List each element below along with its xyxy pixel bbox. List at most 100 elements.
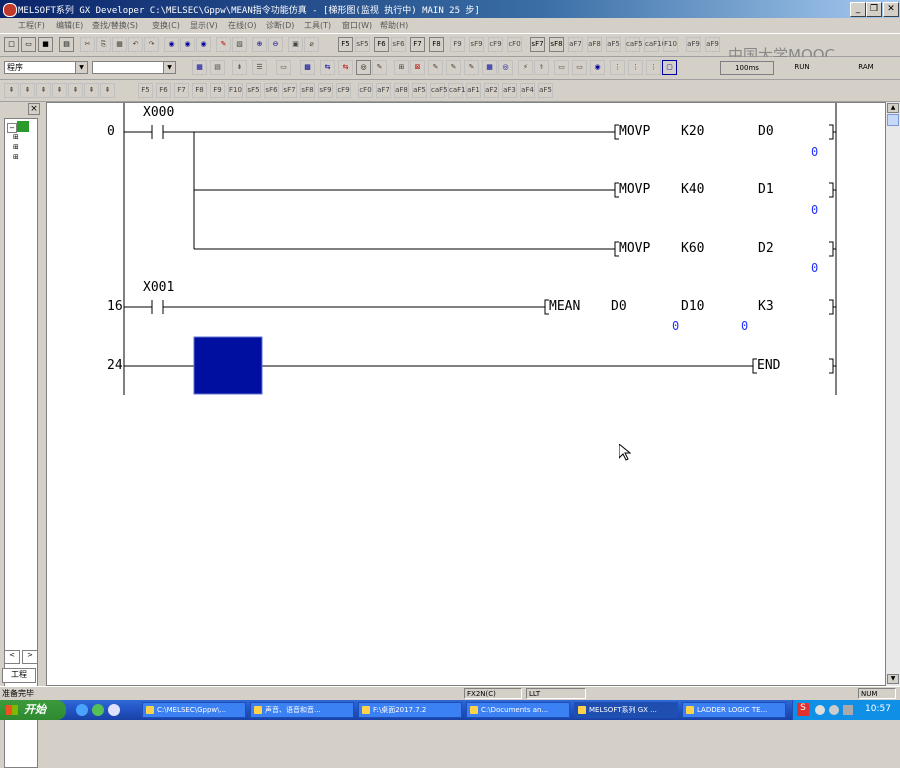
symbol-button[interactable]: ⇞: [4, 83, 19, 98]
tree-node-icon[interactable]: ⊞: [13, 153, 21, 161]
line-input-button[interactable]: aF9: [686, 37, 701, 52]
scroll-down-icon[interactable]: ▼: [887, 674, 899, 684]
new-icon[interactable]: □: [4, 37, 19, 52]
project-data-icon[interactable]: ▦: [192, 60, 207, 75]
monitor-start-icon[interactable]: ⇆: [338, 60, 353, 75]
symbol-button[interactable]: aF5: [538, 83, 553, 98]
print-icon[interactable]: ▤: [59, 37, 74, 52]
stop-icon[interactable]: ▢: [662, 60, 677, 75]
ladder-read-icon[interactable]: ⋮: [628, 60, 643, 75]
sfc-icon[interactable]: ⇟: [232, 60, 247, 75]
read-mode-icon[interactable]: ▧: [232, 37, 247, 52]
instruction-f8-button[interactable]: F8: [429, 37, 444, 52]
zoom-in-icon[interactable]: ⊕: [252, 37, 267, 52]
task-item[interactable]: MELSOFT系列 GX ...: [574, 702, 678, 718]
instruction-op[interactable]: END: [757, 358, 780, 373]
ladder-editor[interactable]: 0 X000 MOVP K20 D0 0 MOVP K40 D1 0 MOVP …: [46, 102, 886, 686]
delete-vline-button[interactable]: cF0: [507, 37, 522, 52]
symbol-button[interactable]: ⇞: [36, 83, 51, 98]
instruction-count[interactable]: K3: [758, 299, 774, 314]
program-combo[interactable]: 程序 ▼: [4, 61, 88, 74]
undo-icon[interactable]: ↶: [128, 37, 143, 52]
symbol-button[interactable]: aF5: [412, 83, 427, 98]
vline-sf9-button[interactable]: sF9: [469, 37, 484, 52]
symbol-button[interactable]: ⇞: [20, 83, 35, 98]
instruction-dest[interactable]: D0: [758, 124, 774, 139]
close-icon[interactable]: ×: [28, 103, 40, 115]
step-search-icon[interactable]: ◉: [196, 37, 211, 52]
contact-label[interactable]: X001: [143, 280, 174, 295]
monitor-write-icon[interactable]: ◎: [356, 60, 371, 75]
menu-view[interactable]: 显示(V): [190, 20, 218, 31]
list-icon[interactable]: ☰: [252, 60, 267, 75]
instruction-dest[interactable]: D10: [681, 299, 704, 314]
menu-convert[interactable]: 变换(C): [152, 20, 180, 31]
menu-tools[interactable]: 工具(T): [304, 20, 331, 31]
instruction-op[interactable]: MEAN: [549, 299, 580, 314]
symbol-button[interactable]: aF4: [520, 83, 535, 98]
entry-monitor-icon[interactable]: ◎: [498, 60, 513, 75]
symbol-button[interactable]: aF2: [484, 83, 499, 98]
symbol-button[interactable]: F6: [156, 83, 171, 98]
falling-edge-sf8-button[interactable]: sF8: [549, 37, 564, 52]
tab-project[interactable]: 工程: [2, 668, 36, 683]
media-icon[interactable]: [92, 704, 104, 716]
instruction-source[interactable]: D0: [611, 299, 627, 314]
instruction-source[interactable]: K60: [681, 241, 704, 256]
symbol-button[interactable]: sF6: [264, 83, 279, 98]
diag-icon[interactable]: ▭: [554, 60, 569, 75]
falling-pulse-button[interactable]: caF5: [625, 37, 643, 52]
menu-find-replace[interactable]: 查找/替换(S): [92, 20, 138, 31]
operation-result-button[interactable]: F10: [663, 37, 678, 52]
start-button[interactable]: 开始: [0, 700, 66, 720]
symbol-button[interactable]: cF9: [336, 83, 351, 98]
task-item[interactable]: F:\桌面2017.7.2: [358, 702, 462, 718]
pc-diag-icon[interactable]: ▭: [572, 60, 587, 75]
parallel-no-sf5-button[interactable]: sF5: [355, 37, 370, 52]
open-icon[interactable]: ▭: [21, 37, 36, 52]
zoom-out-icon[interactable]: ⊖: [268, 37, 283, 52]
simulation-icon[interactable]: ◉: [590, 60, 605, 75]
invert-button[interactable]: caF10: [644, 37, 666, 52]
scroll-left-icon[interactable]: <: [4, 650, 20, 664]
symbol-button[interactable]: aF3: [502, 83, 517, 98]
ladder-view-icon[interactable]: ▩: [300, 60, 315, 75]
symbol-button[interactable]: ⇞: [68, 83, 83, 98]
symbol-button[interactable]: F7: [174, 83, 189, 98]
symbol-button[interactable]: cF0: [358, 83, 373, 98]
symbol-button[interactable]: F5: [138, 83, 153, 98]
instruction-dest[interactable]: D2: [758, 241, 774, 256]
symbol-button[interactable]: sF8: [300, 83, 315, 98]
tray-icon[interactable]: [815, 705, 825, 715]
redo-icon[interactable]: ↷: [144, 37, 159, 52]
menu-edit[interactable]: 编辑(E): [56, 20, 83, 31]
ladder-monitor-icon[interactable]: ⋮: [610, 60, 625, 75]
save-icon[interactable]: ■: [38, 37, 53, 52]
tree-expand-icon[interactable]: −: [7, 123, 17, 133]
display-icon[interactable]: ⌀: [304, 37, 319, 52]
instruction-search-icon[interactable]: ◉: [180, 37, 195, 52]
instruction-op[interactable]: MOVP: [619, 182, 650, 197]
scroll-thumb[interactable]: [887, 114, 899, 126]
menu-window[interactable]: 窗口(W): [342, 20, 372, 31]
symbol-button[interactable]: sF9: [318, 83, 333, 98]
buffer-icon[interactable]: ⚡: [518, 60, 533, 75]
volume-icon[interactable]: [843, 705, 853, 715]
menu-diagnostics[interactable]: 诊断(D): [266, 20, 294, 31]
plc-write-icon[interactable]: ⊞: [394, 60, 409, 75]
tree-node-icon[interactable]: ⊞: [13, 143, 21, 151]
comment-icon[interactable]: ▣: [288, 37, 303, 52]
symbol-button[interactable]: sF7: [282, 83, 297, 98]
symbol-button[interactable]: F10: [228, 83, 243, 98]
coil-f7-button[interactable]: F7: [410, 37, 425, 52]
tree-node-icon[interactable]: ⊞: [13, 133, 21, 141]
line-delete-button[interactable]: aF9: [705, 37, 720, 52]
device-test-icon[interactable]: ✎: [372, 60, 387, 75]
menu-online[interactable]: 在线(O): [228, 20, 257, 31]
instruction-source[interactable]: K20: [681, 124, 704, 139]
instruction-op[interactable]: MOVP: [619, 241, 650, 256]
rising-edge-sf7-button[interactable]: sF7: [530, 37, 545, 52]
symbol-button[interactable]: aF1: [466, 83, 481, 98]
paste-icon[interactable]: ▦: [112, 37, 127, 52]
task-item[interactable]: LADDER LOGIC TE...: [682, 702, 786, 718]
